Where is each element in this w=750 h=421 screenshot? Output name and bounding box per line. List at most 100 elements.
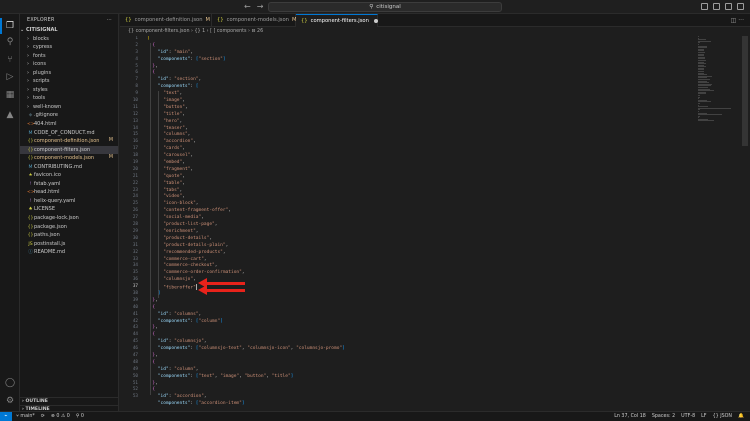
code-line[interactable]: "product-details-plain", [147,243,707,250]
folder-item[interactable]: › cypress [20,43,118,52]
folder-item[interactable]: › well-known [20,103,118,112]
folder-item[interactable]: › icons [20,60,118,69]
folder-item[interactable]: › scripts [20,77,118,86]
explorer-icon[interactable]: ❐ [5,21,15,31]
arrow-right-icon[interactable]: → [257,2,264,11]
file-item[interactable]: {}package-lock.json [20,214,118,223]
file-item[interactable]: ! fstab.yaml [20,180,118,189]
minimap[interactable] [698,36,738,122]
file-item[interactable]: M CONTRIBUTING.md [20,163,118,172]
code-line[interactable]: }, [147,325,707,332]
code-line[interactable]: "embed", [147,160,707,167]
source-control-icon[interactable]: ⑂ [5,55,15,65]
split-editor-icon[interactable]: ◫ [731,17,737,24]
code-line[interactable]: { [147,360,707,367]
code-line[interactable]: "product-details", [147,236,707,243]
code-content[interactable]: [ { "id": "main", "components": ["sectio… [147,36,707,408]
code-line[interactable]: "product-list-page", [147,222,707,229]
run-debug-icon[interactable]: ▷ [5,72,15,82]
file-item[interactable]: {}component-filters.json [20,145,118,155]
toggle-primary-sidebar-icon[interactable] [701,3,708,10]
code-line[interactable]: "fragment", [147,167,707,174]
workspace-root[interactable]: ⌄ CITISIGNAL [20,26,118,35]
code-line[interactable]: "components": ["accordion-item"] [147,401,707,408]
code-line[interactable]: "video", [147,194,707,201]
code-line[interactable]: "quote", [147,174,707,181]
code-line[interactable]: "components": ["column"] [147,319,707,326]
code-line[interactable]: { [147,305,707,312]
file-item[interactable]: <>404.html [20,120,118,129]
more-actions-icon[interactable]: ··· [107,18,112,23]
code-line[interactable]: }, [147,298,707,305]
tab-component-filters[interactable]: {} component-filters.json [296,14,378,27]
search-icon[interactable]: ⚲ [5,37,15,47]
code-line[interactable]: "text", [147,91,707,98]
code-line[interactable]: { [147,387,707,394]
code-line[interactable]: "commerce-cart", [147,257,707,264]
extensions-icon[interactable]: ▦ [5,90,15,100]
branch-indicator[interactable]: ⑂ main* [16,412,35,421]
file-item[interactable]: ⓘREADME.md [20,248,118,257]
code-line[interactable]: { [147,332,707,339]
code-line[interactable]: "table", [147,181,707,188]
breadcrumb[interactable]: {} component-filters.json › {} 1 › [ ] c… [120,27,750,36]
encoding[interactable]: UTF-8 [681,412,695,421]
command-center[interactable]: ⚲ citisignal [268,2,502,12]
code-line[interactable]: "components": [ [147,84,707,91]
code-line[interactable]: "id": "column", [147,367,707,374]
code-line[interactable]: "icon-block", [147,201,707,208]
unsaved-dot-icon[interactable] [373,18,378,23]
code-line[interactable]: "commerce-order-confirmation", [147,270,707,277]
folder-item[interactable]: › blocks [20,35,118,44]
code-line[interactable]: "columns", [147,132,707,139]
file-item[interactable]: ◆ .gitignore [20,111,118,120]
file-item[interactable]: ★favicon.ico [20,171,118,180]
code-line[interactable]: "enrichment", [147,229,707,236]
toggle-panel-icon[interactable] [713,3,720,10]
code-line[interactable]: "components": ["section"] [147,57,707,64]
code-line[interactable]: "tabs", [147,188,707,195]
code-line[interactable]: "hero", [147,119,707,126]
file-item[interactable]: {}paths.json [20,231,118,240]
toggle-secondary-sidebar-icon[interactable] [725,3,732,10]
tab-component-models[interactable]: {} component-models.json M [212,14,296,27]
code-line[interactable]: "components": ["text", "image", "button"… [147,374,707,381]
manage-gear-icon[interactable]: ⚙ [5,396,15,406]
code-line[interactable]: "content-fragment-offer", [147,208,707,215]
arrow-left-icon[interactable]: ← [244,2,251,11]
cursor-position[interactable]: Ln 37, Col 18 [614,412,646,421]
end-of-line[interactable]: LF [701,412,706,421]
code-line[interactable]: "teaser", [147,126,707,133]
folder-item[interactable]: › tools [20,94,118,103]
code-line[interactable]: "image", [147,98,707,105]
code-line[interactable]: "button", [147,105,707,112]
indentation[interactable]: Spaces: 2 [652,412,675,421]
folder-item[interactable]: › fonts [20,52,118,61]
file-item[interactable]: JSpostinstall.js [20,240,118,249]
folder-item[interactable]: › styles [20,86,118,95]
code-editor[interactable]: 1 2 3 4 5 6 7 8 9 10 11 12 13 14 15 16 17 18 19 20 21 22 23 24 2… [120,36,750,411]
more-actions-icon[interactable]: ··· [738,17,744,24]
file-item[interactable]: ! helix-query.yaml [20,197,118,206]
language-mode[interactable]: {} JSON [713,412,732,421]
sync-icon[interactable]: ⟳ [41,412,45,421]
code-line[interactable]: "cards", [147,146,707,153]
code-line[interactable]: { [147,43,707,50]
code-line[interactable]: "components": ["columnsjo-text", "column… [147,346,707,353]
file-item[interactable]: <>head.html [20,188,118,197]
code-line[interactable]: "id": "columns", [147,312,707,319]
folder-item[interactable]: › plugins [20,69,118,78]
code-line[interactable]: }, [147,64,707,71]
customize-layout-icon[interactable] [737,3,744,10]
file-item[interactable]: M CODE_OF_CONDUCT.md [20,129,118,138]
code-line[interactable]: { [147,70,707,77]
code-line[interactable]: "title", [147,112,707,119]
outline-section[interactable]: › OUTLINE [20,397,119,405]
notifications-bell-icon[interactable]: 🔔 [738,412,744,421]
adobe-icon[interactable]: ▲ [5,110,15,120]
file-item[interactable]: {}package.json [20,223,118,232]
file-item[interactable]: {}component-models.json M [20,154,118,163]
file-item[interactable]: {}component-definition.json M [20,137,118,146]
vertical-scrollbar[interactable] [742,36,748,411]
tab-component-definition[interactable]: {} component-definition.json M [120,14,212,27]
